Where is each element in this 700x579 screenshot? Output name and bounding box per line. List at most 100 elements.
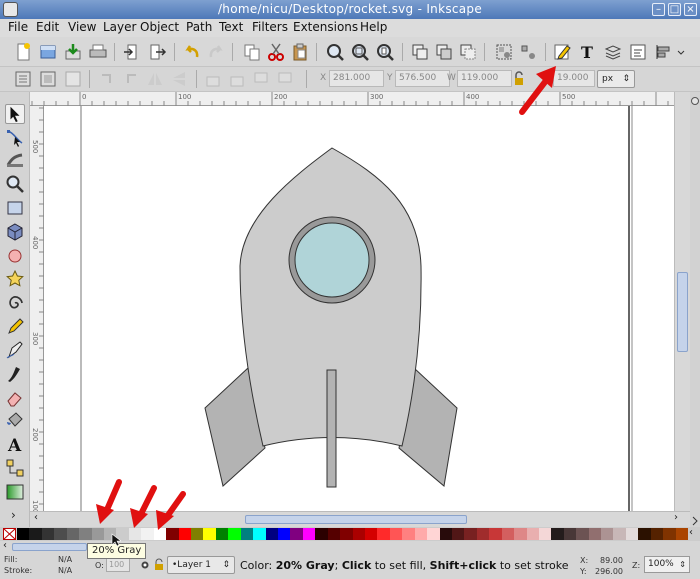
connector-tool-icon[interactable]: [5, 458, 25, 478]
rotate-cw-icon[interactable]: [121, 69, 141, 89]
color-swatch[interactable]: [128, 528, 142, 540]
redo-icon[interactable]: [206, 42, 226, 62]
color-swatch[interactable]: [352, 528, 366, 540]
color-swatch[interactable]: [489, 528, 503, 540]
select-all-icon[interactable]: [13, 69, 33, 89]
menu-filters[interactable]: Filters: [252, 20, 288, 34]
flip-horizontal-icon[interactable]: [145, 69, 165, 89]
no-paint-swatch-icon[interactable]: [3, 528, 16, 540]
color-swatch[interactable]: [166, 528, 179, 540]
color-swatch[interactable]: [588, 528, 602, 540]
color-swatch[interactable]: [551, 528, 565, 540]
lock-ratio-icon[interactable]: [512, 69, 526, 89]
color-swatch[interactable]: [414, 528, 428, 540]
color-swatch[interactable]: [638, 528, 652, 540]
xml-editor-icon[interactable]: [628, 42, 648, 62]
color-swatch[interactable]: [141, 528, 155, 540]
close-button[interactable]: ×: [684, 3, 697, 16]
pencil-tool-icon[interactable]: [5, 317, 25, 337]
vertical-scrollbar[interactable]: [674, 92, 690, 511]
align-icon[interactable]: [653, 42, 673, 62]
width-field[interactable]: 119.000: [457, 70, 512, 87]
3d-box-tool-icon[interactable]: [5, 222, 25, 242]
zoom-field[interactable]: 100% ⇕: [644, 556, 690, 573]
color-swatch[interactable]: [439, 528, 453, 540]
menu-extensions[interactable]: Extensions: [293, 20, 358, 34]
color-swatch[interactable]: [240, 528, 254, 540]
menu-object[interactable]: Object: [140, 20, 179, 34]
deselect-icon[interactable]: [63, 69, 83, 89]
color-swatch[interactable]: [315, 528, 329, 540]
rectangle-tool-icon[interactable]: [5, 198, 25, 218]
scroll-right-arrow-icon[interactable]: ›: [674, 512, 678, 523]
zoom-page-icon[interactable]: [375, 42, 395, 62]
text-font-icon[interactable]: T: [578, 42, 598, 62]
export-icon[interactable]: [147, 42, 167, 62]
paste-icon[interactable]: [290, 42, 310, 62]
color-swatch[interactable]: [427, 528, 440, 540]
text-tool-icon[interactable]: A: [5, 434, 25, 454]
color-swatch[interactable]: [302, 528, 316, 540]
lower-icon[interactable]: [251, 69, 271, 89]
group-icon[interactable]: [494, 42, 514, 62]
tweak-tool-icon[interactable]: [5, 150, 25, 170]
menu-layer[interactable]: Layer: [103, 20, 136, 34]
color-swatch[interactable]: [476, 528, 490, 540]
menu-edit[interactable]: Edit: [36, 20, 59, 34]
horizontal-scroll-thumb[interactable]: [245, 515, 467, 524]
raise-icon[interactable]: [227, 69, 247, 89]
rotate-ccw-icon[interactable]: [97, 69, 117, 89]
toolbar-overflow-chevron-icon[interactable]: [676, 42, 686, 62]
maximize-button[interactable]: □: [668, 3, 681, 16]
select-all-layers-icon[interactable]: [38, 69, 58, 89]
palette-menu-arrow-icon[interactable]: ‹: [689, 527, 693, 538]
sticky-zoom-icon[interactable]: [690, 515, 700, 527]
horizontal-scrollbar[interactable]: ‹ ›: [30, 511, 690, 527]
menu-path[interactable]: Path: [186, 20, 212, 34]
x-coordinate-field[interactable]: 281.000: [329, 70, 384, 87]
color-swatch[interactable]: [54, 528, 68, 540]
minimize-button[interactable]: –: [652, 3, 665, 16]
color-swatch[interactable]: [377, 528, 391, 540]
color-swatch[interactable]: [340, 528, 353, 540]
clone-icon[interactable]: [434, 42, 454, 62]
undo-icon[interactable]: [182, 42, 202, 62]
color-swatch[interactable]: [17, 528, 30, 540]
color-swatch[interactable]: [675, 528, 689, 540]
spiral-tool-icon[interactable]: [5, 293, 25, 313]
duplicate-icon[interactable]: [410, 42, 430, 62]
color-swatch[interactable]: [650, 528, 664, 540]
toolbox-more-chevron-icon[interactable]: ›: [11, 508, 16, 522]
ellipse-tool-icon[interactable]: [5, 246, 25, 266]
zoom-drawing-icon[interactable]: [350, 42, 370, 62]
drawing-canvas[interactable]: [44, 106, 674, 511]
color-swatch[interactable]: [91, 528, 105, 540]
current-layer-dropdown[interactable]: •Layer 1 ⇕: [167, 556, 235, 574]
menu-view[interactable]: View: [68, 20, 96, 34]
layer-lock-icon[interactable]: [154, 558, 164, 571]
color-swatch[interactable]: [613, 528, 627, 540]
new-document-icon[interactable]: [13, 42, 33, 62]
fill-stroke-icon[interactable]: [553, 42, 573, 62]
color-swatch[interactable]: [601, 528, 614, 540]
y-coordinate-field[interactable]: 576.500: [395, 70, 450, 87]
height-field[interactable]: 19.000: [553, 70, 595, 87]
save-icon[interactable]: [63, 42, 83, 62]
selector-tool-icon[interactable]: [5, 104, 25, 124]
color-swatch[interactable]: [178, 528, 192, 540]
zoom-tool-icon[interactable]: [5, 174, 25, 194]
color-swatch[interactable]: [501, 528, 515, 540]
scroll-left-arrow-icon[interactable]: ‹: [34, 512, 38, 523]
title-bar[interactable]: /home/nicu/Desktop/rocket.svg - Inkscape…: [0, 0, 700, 19]
unit-dropdown[interactable]: px ⇕: [597, 70, 635, 88]
menu-file[interactable]: File: [8, 20, 28, 34]
flip-vertical-icon[interactable]: [169, 69, 189, 89]
eraser-tool-icon[interactable]: [5, 388, 25, 408]
color-swatch[interactable]: [526, 528, 540, 540]
color-swatch[interactable]: [191, 528, 204, 540]
color-swatch[interactable]: [514, 528, 527, 540]
color-swatch[interactable]: [576, 528, 590, 540]
menu-text[interactable]: Text: [219, 20, 243, 34]
lower-to-bottom-icon[interactable]: [275, 69, 295, 89]
color-swatch[interactable]: [327, 528, 341, 540]
